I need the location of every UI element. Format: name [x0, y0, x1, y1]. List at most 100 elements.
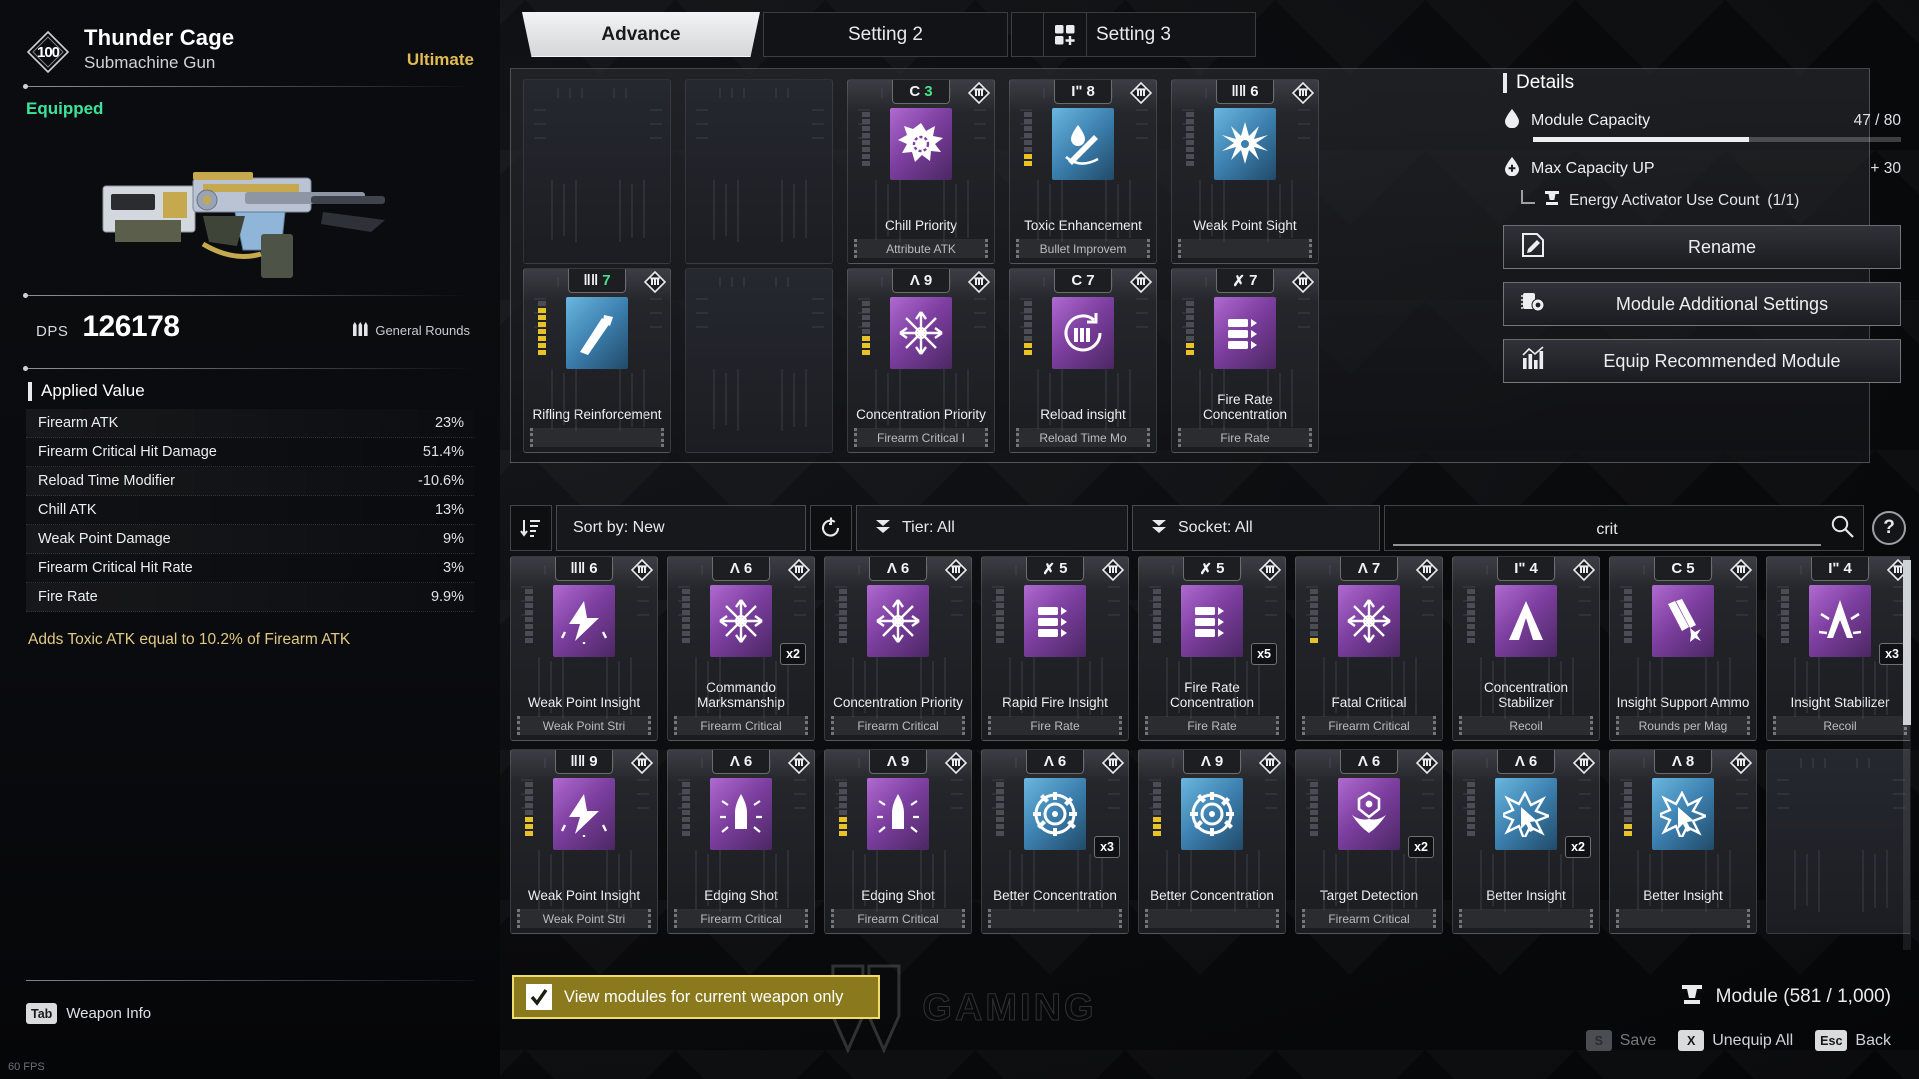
module-grid-scrollbar[interactable]	[1903, 560, 1911, 950]
module-socket-icon	[630, 751, 654, 775]
search-input[interactable]	[1393, 516, 1821, 546]
energy-bar-segment	[1153, 617, 1161, 622]
module-card[interactable]: ✗ 7 Fire Rate Concentration Fire Rate	[1171, 268, 1319, 453]
module-card-header: Iʺ 8	[1010, 80, 1156, 106]
energy-bar-segment	[996, 617, 1004, 622]
equip-recommended-module-button[interactable]: Equip Recommended Module	[1503, 339, 1901, 383]
module-cost-value: 8	[1685, 753, 1695, 770]
module-cost-value: 7	[602, 272, 611, 289]
module-slot-empty[interactable]	[685, 79, 833, 264]
module-cost-value: 6	[589, 560, 598, 577]
module-cost-value: 7	[1249, 272, 1258, 289]
module-count-label: Module (581 / 1,000)	[1715, 986, 1891, 1007]
module-card[interactable]: Λ 6 Edging Shot Firearm Critical	[667, 749, 815, 934]
module-card[interactable]: Λ 9 Concentration Priority Firearm Critical…	[847, 268, 995, 453]
keycap: S	[1585, 1030, 1612, 1051]
module-card[interactable]: C 3 Chill Priority Attribute ATK	[847, 79, 995, 264]
tier-filter-dropdown[interactable]: Tier: All	[856, 505, 1128, 551]
module-card[interactable]: Iʺ 4 Concentration Stabilizer Recoil	[1452, 556, 1600, 741]
energy-bar-segment	[1186, 308, 1194, 313]
energy-bar-segment	[1186, 350, 1194, 355]
energy-bar-segment	[996, 596, 1004, 601]
checkbox-box[interactable]	[526, 984, 552, 1010]
module-capacity-fill	[1533, 137, 1750, 142]
circuit-decoration	[686, 269, 832, 452]
gear-wheel-icon	[1024, 778, 1086, 850]
module-grid-scroll-thumb[interactable]	[1903, 560, 1911, 725]
energy-activator-icon	[1543, 189, 1561, 212]
module-tag: Recoil	[1459, 716, 1593, 735]
module-card[interactable]: Iʺ 8 Toxic Enhancement Bullet Improvem	[1009, 79, 1157, 264]
module-energy-bars	[1624, 782, 1632, 836]
energy-bar-segment	[525, 638, 533, 643]
module-socket-symbol: ‖‖	[1231, 83, 1247, 100]
module-card[interactable]: Λ 6 x2 Better Insight	[1452, 749, 1600, 934]
module-additional-settings-button[interactable]: Module Additional Settings	[1503, 282, 1901, 326]
module-socket-icon	[1729, 751, 1753, 775]
module-socket-symbol: ✗	[1199, 560, 1213, 578]
module-card[interactable]: C 7 Reload insight Reload Time Mo	[1009, 268, 1157, 453]
snowflake-star-icon	[867, 585, 929, 657]
module-card[interactable]: ✗ 5 x5 Fire Rate Concentration Fire Rate	[1138, 556, 1286, 741]
module-socket-symbol: Λ	[886, 560, 897, 577]
module-card[interactable]: Λ 9 Better Concentration	[1138, 749, 1286, 934]
energy-bar-segment	[996, 817, 1004, 822]
key-hint-back[interactable]: Esc Back	[1815, 1030, 1891, 1051]
energy-bar-segment	[996, 824, 1004, 829]
module-card[interactable]: ✗ 5 Rapid Fire Insight Fire Rate	[981, 556, 1129, 741]
energy-bar-segment	[1153, 817, 1161, 822]
socket-filter-dropdown[interactable]: Socket: All	[1132, 505, 1380, 551]
module-card[interactable]: Λ 8 Better Insight	[1609, 749, 1757, 934]
settings-tabs: Advance Setting 2 Setting 3	[522, 12, 1256, 57]
module-socket-icon	[643, 270, 667, 294]
search-icon[interactable]	[1821, 513, 1855, 544]
module-card[interactable]: Λ 6 x2 Target Detection Firearm Critical	[1295, 749, 1443, 934]
module-card[interactable]: ‖‖ 6 Weak Point Sight	[1171, 79, 1319, 264]
keycap: X	[1678, 1030, 1705, 1051]
module-slot-empty[interactable]	[523, 79, 671, 264]
module-slot-empty[interactable]	[685, 268, 833, 453]
energy-bar-segment	[862, 154, 870, 159]
view-current-weapon-only-checkbox[interactable]: View modules for current weapon only	[512, 975, 880, 1019]
key-hint-save[interactable]: S Save	[1585, 1030, 1656, 1051]
energy-bar-segment	[1781, 596, 1789, 601]
rename-button[interactable]: Rename	[1503, 225, 1901, 269]
module-cost-value: 5	[1216, 560, 1225, 577]
module-name: Concentration Stabilizer	[1483, 679, 1569, 710]
module-card[interactable]: ‖‖ 9 Weak Point Insight Weak Point Stri	[510, 749, 658, 934]
module-card[interactable]: ‖‖ 6 Weak Point Insight Weak Point Stri	[510, 556, 658, 741]
module-card[interactable]: Λ 6 Concentration Priority Firearm Critical	[824, 556, 972, 741]
mag-stack-icon	[1181, 585, 1243, 657]
module-socket-icon	[1415, 751, 1439, 775]
sort-direction-button[interactable]	[510, 505, 552, 551]
module-cost-value: 9	[923, 272, 933, 289]
module-energy-bars	[862, 112, 870, 166]
add-setting-button[interactable]	[1043, 12, 1087, 57]
weapon-info-hint[interactable]: Tab Weapon Info	[26, 1003, 151, 1024]
module-inventory-grid-wrap: ‖‖ 6 Weak Point Insight Weak Point Stri Λ 6 x2…	[510, 556, 1910, 956]
stat-value: 51.4%	[422, 444, 464, 460]
search-box[interactable]	[1384, 505, 1864, 551]
key-hint-unequip-all[interactable]: X Unequip All	[1678, 1030, 1793, 1051]
module-card[interactable]: Λ 6 x2 Commando Marksmanship Firearm Critica…	[667, 556, 815, 741]
module-name: Commando Marksmanship	[697, 679, 785, 710]
module-name: Fire Rate Concentration	[1202, 391, 1288, 422]
energy-bar-segment	[525, 589, 533, 594]
energy-bar-segment	[1467, 810, 1475, 815]
module-card-header: Λ6	[982, 750, 1128, 776]
module-card[interactable]: ‖‖ 7 Rifling Reinforcement	[523, 268, 671, 453]
module-slot-empty[interactable]	[1766, 749, 1910, 934]
module-card[interactable]: C 5 Insight Support Ammo Rounds per Mag	[1609, 556, 1757, 741]
module-card[interactable]: Λ 7 Fatal Critical Firearm Critical	[1295, 556, 1443, 741]
tab-advance[interactable]: Advance	[522, 12, 760, 57]
reset-filters-button[interactable]	[810, 505, 852, 551]
bullet-arrow-icon	[566, 297, 628, 369]
energy-bar-segment	[839, 782, 847, 787]
help-button[interactable]: ?	[1868, 505, 1910, 551]
module-card[interactable]: Iʺ 4 x3 Insight Stabilizer Recoil	[1766, 556, 1910, 741]
tab-setting-2[interactable]: Setting 2	[763, 12, 1008, 57]
module-card[interactable]: Λ 9 Edging Shot Firearm Critical	[824, 749, 972, 934]
module-cost: Λ8	[1654, 750, 1712, 774]
sort-by-dropdown[interactable]: Sort by: New	[556, 505, 806, 551]
module-card[interactable]: Λ 6 x3 Better Concentration	[981, 749, 1129, 934]
